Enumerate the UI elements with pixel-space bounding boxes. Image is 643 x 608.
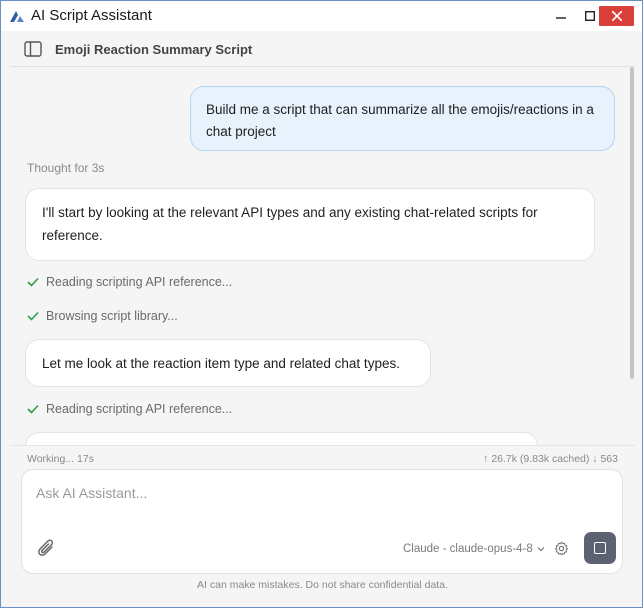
app-window: AI Script Assistant Emoji Reaction Summa… (0, 0, 643, 608)
check-icon (27, 277, 39, 287)
prompt-box[interactable]: Ask AI Assistant... Claude - claude-opus… (21, 469, 623, 574)
token-usage: ↑ 26.7k (9.83k cached) ↓ 563 (483, 453, 618, 465)
stop-button[interactable] (584, 532, 616, 564)
user-message: Build me a script that can summarize all… (190, 86, 615, 151)
assistant-message: Let me look at the reaction item type an… (25, 339, 431, 387)
working-status: Working... 17s (27, 453, 94, 465)
tool-step: Reading scripting API reference... (27, 275, 232, 289)
tool-step: Browsing script library... (27, 309, 178, 323)
tool-step-label: Browsing script library... (46, 309, 178, 323)
disclaimer-text: AI can make mistakes. Do not share confi… (197, 579, 448, 591)
model-name: Claude - claude-opus-4-8 (403, 543, 533, 555)
status-bar: Working... 17s ↑ 26.7k (9.83k cached) ↓ … (10, 445, 635, 469)
check-icon (27, 404, 39, 414)
check-icon (27, 311, 39, 321)
chat-header: Emoji Reaction Summary Script (10, 32, 635, 67)
scrollbar-thumb[interactable] (630, 67, 634, 379)
tool-step-label: Reading scripting API reference... (46, 275, 233, 289)
page-title: Emoji Reaction Summary Script (55, 42, 253, 57)
sidebar-icon[interactable] (24, 41, 42, 57)
chat-scrollbar[interactable] (629, 67, 635, 445)
prompt-input[interactable]: Ask AI Assistant... (36, 485, 147, 501)
minimize-icon (556, 17, 566, 19)
tool-step-label: Reading scripting API reference... (46, 402, 233, 416)
thought-label[interactable]: Thought for 3s (27, 161, 104, 175)
close-button[interactable] (599, 6, 634, 26)
close-icon (611, 11, 622, 21)
model-selector[interactable]: Claude - claude-opus-4-8 (403, 543, 545, 555)
title-bar: AI Script Assistant (1, 1, 642, 31)
stop-icon (594, 542, 606, 554)
assistant-message-partial (25, 432, 538, 445)
chevron-down-icon (537, 547, 545, 552)
paperclip-icon[interactable] (37, 538, 57, 560)
window-title: AI Script Assistant (31, 7, 152, 24)
assistant-message: I'll start by looking at the relevant AP… (25, 188, 595, 261)
app-logo-icon (10, 11, 24, 22)
chat-transcript[interactable]: Build me a script that can summarize all… (10, 67, 635, 445)
gear-icon[interactable] (554, 541, 569, 556)
tool-step: Reading scripting API reference... (27, 402, 232, 416)
maximize-icon (585, 11, 595, 21)
minimize-button[interactable] (547, 6, 575, 26)
